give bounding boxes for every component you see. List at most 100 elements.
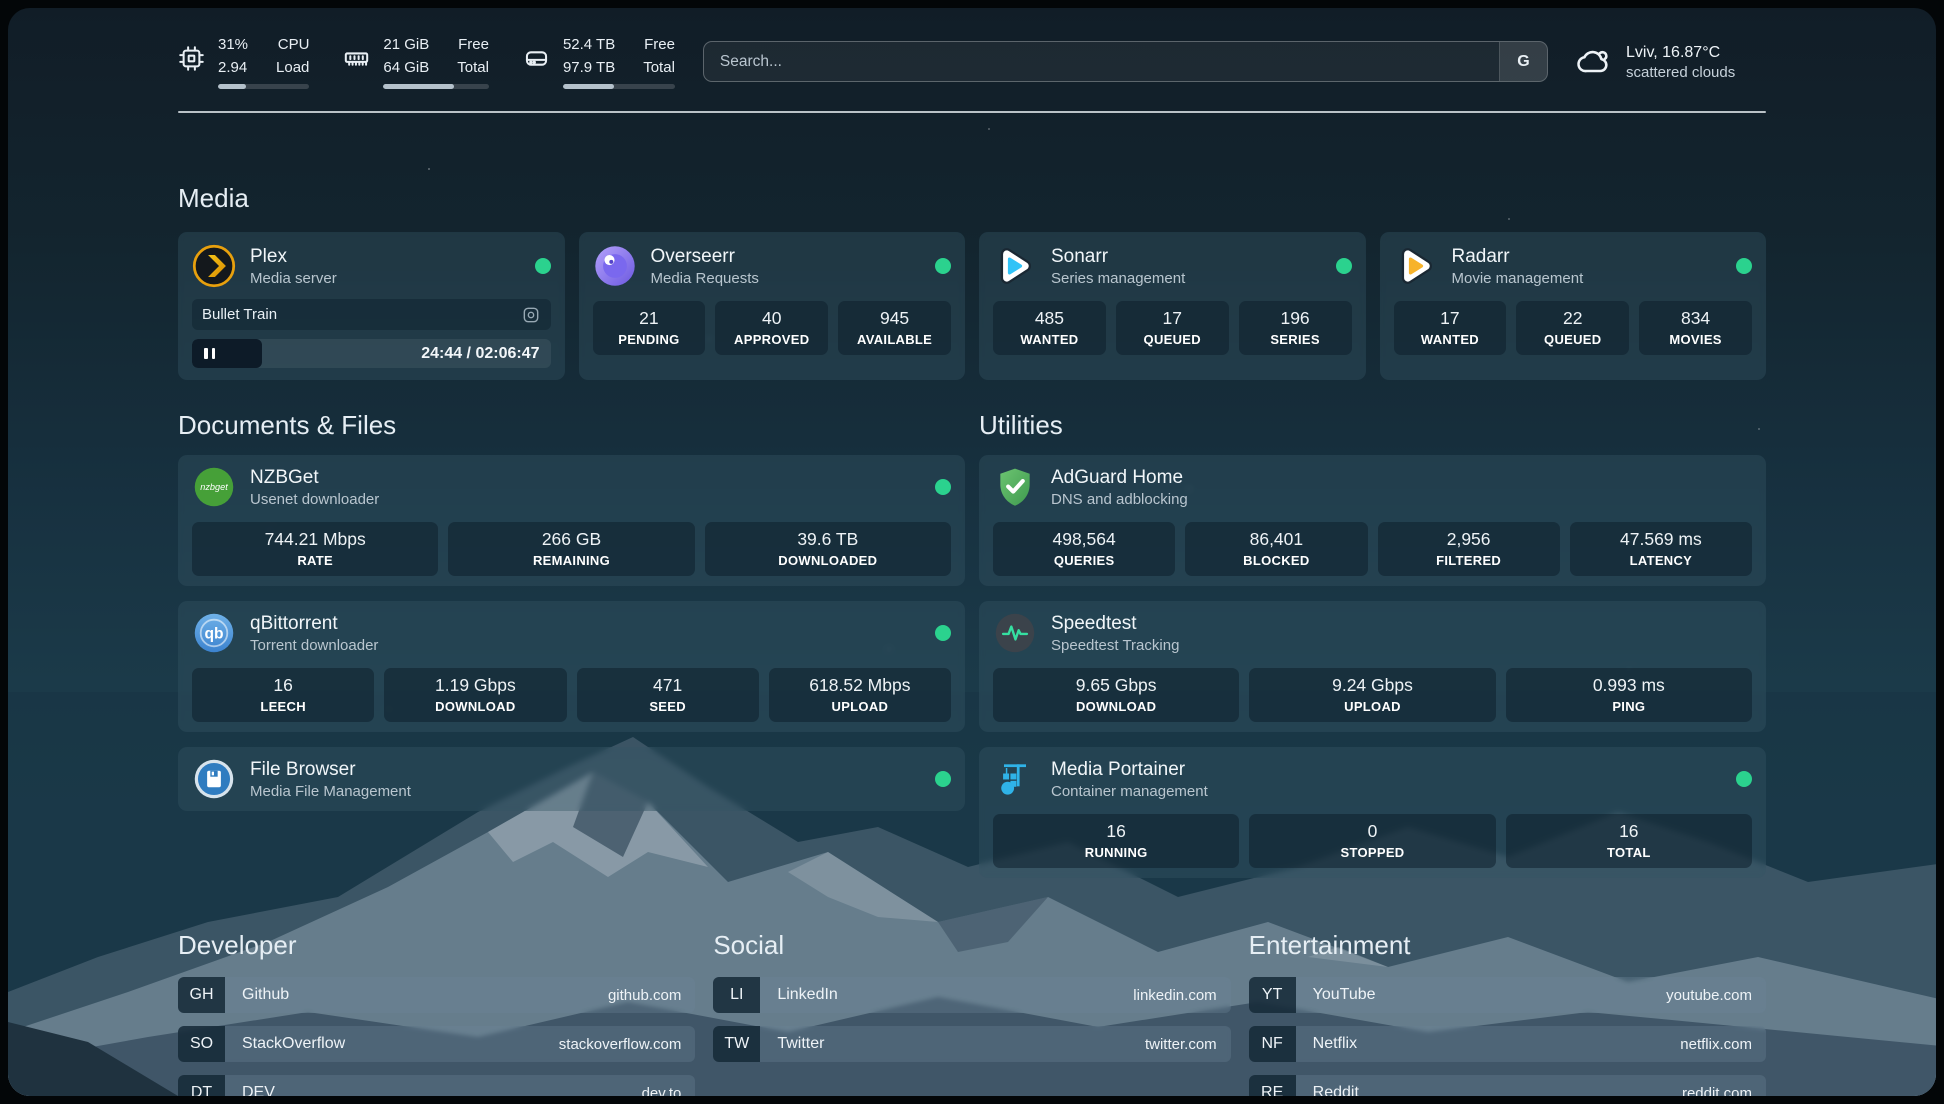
bookmark-youtube[interactable]: YT YouTube youtube.com — [1249, 977, 1766, 1013]
bookmark-twitter[interactable]: TW Twitter twitter.com — [713, 1026, 1230, 1062]
bookmark-dev[interactable]: DT DEV dev.to — [178, 1075, 695, 1096]
now-playing-row: Bullet Train — [192, 299, 551, 330]
bookmark-reddit[interactable]: RE Reddit reddit.com — [1249, 1075, 1766, 1096]
stat-box: 40 APPROVED — [715, 301, 828, 355]
stat-box: 0.993 ms PING — [1506, 668, 1752, 722]
sonarr-icon — [993, 244, 1037, 288]
service-card-sonarr[interactable]: Sonarr Series management 485 WANTED 17 Q… — [979, 232, 1366, 380]
service-subtitle: DNS and adblocking — [1051, 491, 1188, 508]
adguard-icon — [993, 465, 1037, 509]
now-playing-title: Bullet Train — [202, 306, 277, 323]
pause-button[interactable] — [204, 348, 215, 359]
disk-total-label: Total — [643, 57, 675, 80]
service-card-qbittorrent[interactable]: qb qBittorrent Torrent downloader 16 — [178, 601, 965, 732]
bookmark-netflix[interactable]: NF Netflix netflix.com — [1249, 1026, 1766, 1062]
playback-progressbar: 24:44 / 02:06:47 — [192, 339, 551, 368]
playback-time: 24:44 / 02:06:47 — [421, 345, 550, 363]
stat-box: 17 QUEUED — [1116, 301, 1229, 355]
stat-box: 618.52 Mbps UPLOAD — [769, 668, 951, 722]
service-title: NZBGet — [250, 467, 379, 489]
service-card-plex[interactable]: Plex Media server Bullet Train 24:44 / 0 — [178, 232, 565, 380]
stat-box: 471 SEED — [577, 668, 759, 722]
memory-total-label: Total — [457, 57, 489, 80]
stat-box: 16 LEECH — [192, 668, 374, 722]
memory-icon — [343, 45, 370, 72]
service-subtitle: Torrent downloader — [250, 637, 378, 654]
bookmark-group-developer: Developer GH Github github.com SO StackO… — [178, 930, 695, 1096]
bookmark-name: LinkedIn — [777, 986, 838, 1004]
bookmark-linkedin[interactable]: LI LinkedIn linkedin.com — [713, 977, 1230, 1013]
stat-box: 485 WANTED — [993, 301, 1106, 355]
stat-box: 834 MOVIES — [1639, 301, 1752, 355]
stat-box: 498,564 QUERIES — [993, 522, 1175, 576]
bookmark-url: twitter.com — [1145, 1036, 1217, 1053]
service-subtitle: Container management — [1051, 783, 1208, 800]
bookmark-name: Netflix — [1313, 1035, 1357, 1053]
stat-box: 39.6 TB DOWNLOADED — [705, 522, 951, 576]
cloud-icon — [1576, 44, 1612, 80]
disk-total-value: 97.9 TB — [563, 57, 615, 80]
service-title: Media Portainer — [1051, 759, 1208, 781]
service-card-portainer[interactable]: Media Portainer Container management 16 … — [979, 747, 1766, 878]
bookmark-abbr: RE — [1249, 1075, 1296, 1096]
bookmark-abbr: SO — [178, 1026, 225, 1062]
bookmark-github[interactable]: GH Github github.com — [178, 977, 695, 1013]
stat-box: 21 PENDING — [593, 301, 706, 355]
bookmark-name: StackOverflow — [242, 1035, 345, 1053]
memory-free-value: 21 GiB — [383, 34, 429, 57]
service-title: Speedtest — [1051, 613, 1179, 635]
stat-box: 196 SERIES — [1239, 301, 1352, 355]
bookmark-name: Github — [242, 986, 289, 1004]
bookmark-abbr: GH — [178, 977, 225, 1013]
bookmark-group-social: Social LI LinkedIn linkedin.com TW Twitt… — [713, 930, 1230, 1096]
dashboard-window: 31% 2.94 CPU Load — [8, 8, 1936, 1096]
plex-icon — [192, 244, 236, 288]
bookmark-name: Twitter — [777, 1035, 824, 1053]
status-dot — [935, 625, 951, 641]
disk-free-value: 52.4 TB — [563, 34, 615, 57]
bookmark-url: youtube.com — [1666, 987, 1752, 1004]
service-subtitle: Media server — [250, 270, 337, 287]
search-input[interactable] — [703, 41, 1548, 82]
bookmark-abbr: DT — [178, 1075, 225, 1096]
disk-free-label: Free — [644, 34, 675, 57]
stat-box: 22 QUEUED — [1516, 301, 1629, 355]
service-subtitle: Speedtest Tracking — [1051, 637, 1179, 654]
svg-text:nzbget: nzbget — [200, 482, 228, 492]
service-subtitle: Media Requests — [651, 270, 759, 287]
portainer-icon — [993, 757, 1037, 801]
stat-box: 47.569 ms LATENCY — [1570, 522, 1752, 576]
service-subtitle: Series management — [1051, 270, 1185, 287]
cpu-load-label: Load — [276, 57, 309, 80]
bookmark-name: YouTube — [1313, 986, 1376, 1004]
bookmark-url: stackoverflow.com — [559, 1036, 682, 1053]
status-dot — [935, 479, 951, 495]
status-dot — [935, 258, 951, 274]
status-dot — [535, 258, 551, 274]
service-card-overseerr[interactable]: Overseerr Media Requests 21 PENDING 40 A… — [579, 232, 966, 380]
bookmark-stackoverflow[interactable]: SO StackOverflow stackoverflow.com — [178, 1026, 695, 1062]
disk-widget: 52.4 TB 97.9 TB Free Total — [523, 34, 675, 89]
disk-progressbar — [563, 84, 675, 89]
documents-column: Documents & Files nzbget NZBGet Usenet d… — [178, 410, 965, 878]
stat-box: 744.21 Mbps RATE — [192, 522, 438, 576]
camera-icon — [521, 305, 541, 325]
status-dot — [1336, 258, 1352, 274]
service-card-speedtest[interactable]: Speedtest Speedtest Tracking 9.65 Gbps D… — [979, 601, 1766, 732]
section-title-media: Media — [178, 183, 1766, 214]
memory-free-label: Free — [458, 34, 489, 57]
stat-box: 16 RUNNING — [993, 814, 1239, 868]
service-card-filebrowser[interactable]: File Browser Media File Management — [178, 747, 965, 811]
search-provider-button[interactable]: G — [1499, 42, 1547, 81]
bookmark-abbr: NF — [1249, 1026, 1296, 1062]
bookmark-abbr: LI — [713, 977, 760, 1013]
qbittorrent-icon: qb — [192, 611, 236, 655]
service-card-adguard[interactable]: AdGuard Home DNS and adblocking 498,564 … — [979, 455, 1766, 586]
stat-box: 266 GB REMAINING — [448, 522, 694, 576]
status-dot — [935, 771, 951, 787]
service-card-radarr[interactable]: Radarr Movie management 17 WANTED 22 QUE… — [1380, 232, 1767, 380]
memory-total-value: 64 GiB — [383, 57, 429, 80]
status-dot — [1736, 771, 1752, 787]
service-card-nzbget[interactable]: nzbget NZBGet Usenet downloader 744.21 M… — [178, 455, 965, 586]
nzbget-icon: nzbget — [192, 465, 236, 509]
